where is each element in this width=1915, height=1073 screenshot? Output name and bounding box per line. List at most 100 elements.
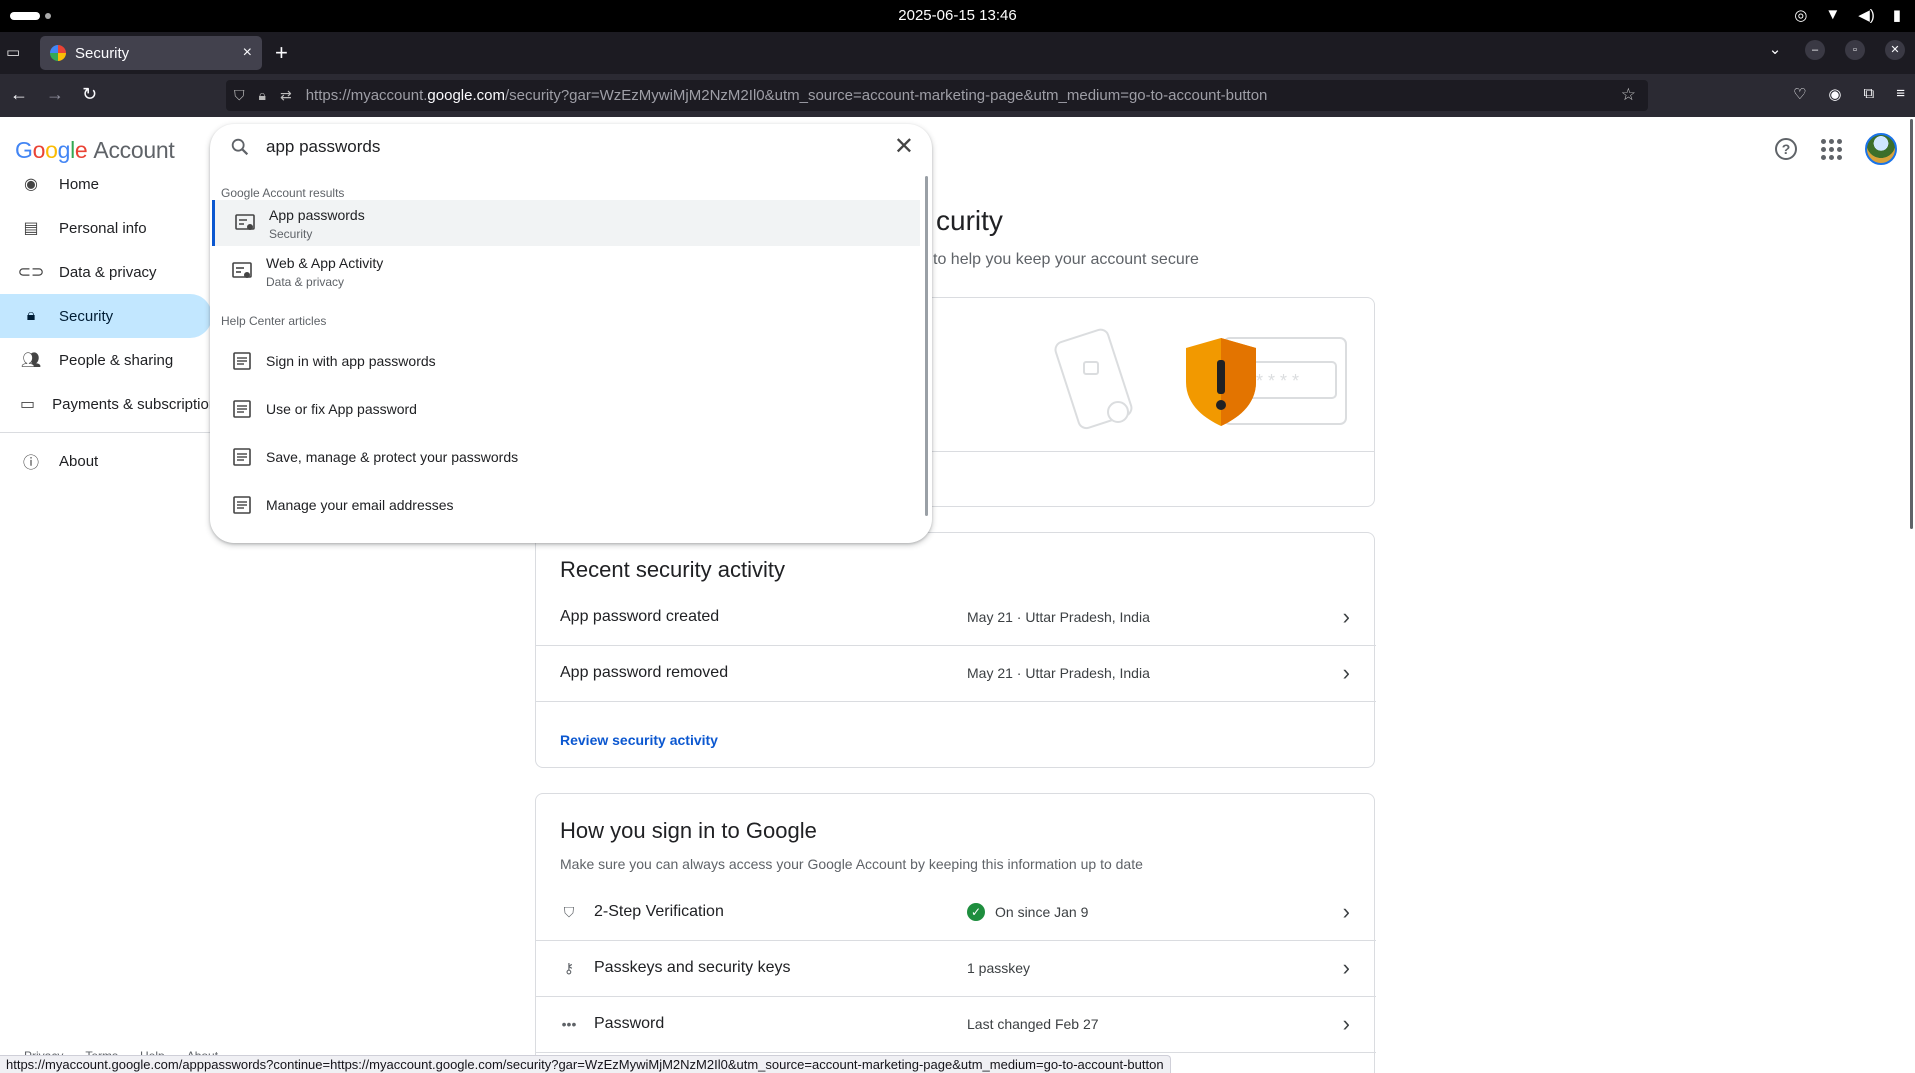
info-icon: ⓘ [22, 455, 39, 472]
lock-icon: 🔒︎ [26, 307, 36, 324]
os-clock[interactable]: 2025-06-15 13:46 [0, 7, 1915, 24]
help-article-result[interactable]: Manage your email addresses [212, 482, 920, 528]
menu-icon[interactable]: ≡ [1896, 85, 1905, 103]
tab-close-icon[interactable]: × [243, 44, 252, 62]
google-account-logo[interactable]: Google Account [15, 137, 175, 164]
sign-in-row-password[interactable]: ••• Password Last changed Feb 27 › [536, 996, 1376, 1052]
page-title: curity [936, 205, 1003, 236]
shield-icon: ⛉ [563, 903, 575, 920]
page-subtitle: to help you keep your account secure [933, 251, 1199, 268]
search-bar: ✕ [210, 124, 932, 170]
sidebar-item-home[interactable]: ◉ Home [0, 162, 212, 206]
toolbar-right: ♡ ◉ ⧉ ≡ [1793, 85, 1905, 103]
chevron-right-icon: › [1342, 604, 1350, 629]
id-card-icon: ▤ [23, 220, 39, 237]
google-favicon-icon [50, 45, 66, 61]
chevron-right-icon: › [1342, 899, 1350, 924]
account-results-label: Google Account results [221, 186, 345, 200]
sidebar-item-security[interactable]: 🔒︎ Security [0, 294, 212, 338]
address-bar[interactable]: ⛉ 🔒︎ ⇄ https://myaccount.google.com/secu… [226, 80, 1648, 111]
url-text[interactable]: https://myaccount.google.com/security?ga… [306, 87, 1268, 104]
chevron-right-icon: › [1342, 660, 1350, 685]
review-activity-link[interactable]: Review security activity [560, 732, 718, 748]
help-articles-label: Help Center articles [221, 314, 327, 328]
lock-icon[interactable]: 🔒︎ [259, 87, 266, 104]
avatar[interactable] [1865, 133, 1897, 165]
passkey-icon: ⚷ [563, 959, 575, 976]
chevron-right-icon: › [1342, 955, 1350, 980]
sign-in-subtitle: Make sure you can always access your Goo… [560, 856, 1143, 872]
search-dropdown: ✕ Google Account results App passwords S… [210, 124, 932, 543]
sign-in-row-2sv[interactable]: ⛉ 2-Step Verification ✓ On since Jan 9 › [536, 884, 1376, 940]
link-status-bar: https://myaccount.google.com/apppassword… [0, 1055, 1171, 1073]
recent-activity-card: Recent security activity App password cr… [535, 532, 1376, 768]
activity-row[interactable]: App password removed May 21 · Uttar Prad… [536, 645, 1376, 701]
article-icon [233, 352, 251, 370]
settings-result-icon [235, 214, 255, 230]
sidebar-item-data-privacy[interactable]: ⊂⊃ Data & privacy [0, 250, 212, 294]
person-circle-icon: ◉ [24, 176, 38, 193]
search-icon [231, 138, 249, 156]
new-tab-button[interactable]: + [275, 40, 288, 66]
help-icon[interactable]: ? [1775, 138, 1797, 160]
sidebar-divider [0, 432, 212, 433]
search-result-web-app-activity[interactable]: Web & App Activity Data & privacy [212, 248, 920, 294]
account-icon[interactable]: ◉ [1828, 85, 1841, 103]
tab-list-chevron-icon[interactable]: ⌄ [1765, 40, 1785, 60]
svg-text:* * * *: * * * * [1256, 371, 1299, 391]
help-article-result[interactable]: Use or fix App password [212, 386, 920, 432]
reload-button[interactable]: ↻ [82, 84, 97, 105]
extensions-icon[interactable]: ⧉ [1864, 85, 1875, 103]
forward-button[interactable]: → [46, 84, 64, 105]
page-scrollbar[interactable] [1907, 117, 1915, 537]
article-icon [233, 400, 251, 418]
wifi-icon: ▼ [1825, 6, 1841, 23]
credit-card-icon: ▭ [20, 396, 36, 413]
dropdown-scrollbar[interactable] [925, 176, 928, 516]
sidebar-item-people-sharing[interactable]: 👥︎ People & sharing [0, 338, 212, 382]
maximize-button[interactable]: ▫ [1845, 40, 1865, 60]
sidebar: ◉ Home ▤ Personal info ⊂⊃ Data & privacy… [0, 162, 212, 483]
apps-grid-icon[interactable] [1819, 137, 1843, 161]
security-illustration: * * * * [1054, 328, 1347, 430]
sign-in-row-passkeys[interactable]: ⚷ Passkeys and security keys 1 passkey › [536, 940, 1376, 996]
settings-result-icon [232, 262, 252, 278]
clear-search-icon[interactable]: ✕ [894, 132, 914, 161]
header-actions: ? [1775, 133, 1897, 165]
article-icon [233, 448, 251, 466]
back-button[interactable]: ← [10, 84, 28, 105]
accessibility-icon[interactable]: ◎ [1794, 6, 1807, 24]
window-controls: ⌄ – ▫ ✕ [1765, 40, 1905, 60]
article-icon [233, 496, 251, 514]
search-input[interactable] [266, 134, 846, 160]
close-window-button[interactable]: ✕ [1885, 40, 1905, 60]
chevron-right-icon: › [1342, 1011, 1350, 1036]
bookmark-star-icon[interactable]: ☆ [1621, 85, 1636, 105]
sidebar-item-about[interactable]: ⓘ About [0, 439, 212, 483]
tab-strip: ▭ Security × + ⌄ – ▫ ✕ [0, 32, 1915, 74]
volume-icon: ◀) [1858, 7, 1875, 24]
sidebar-item-payments[interactable]: ▭ Payments & subscriptions [0, 382, 212, 426]
system-tray[interactable]: ◎ ▼ ◀) ▮ [1794, 6, 1901, 24]
minimize-button[interactable]: – [1805, 40, 1825, 60]
tab-title: Security [75, 44, 130, 62]
os-top-bar: 2025-06-15 13:46 ◎ ▼ ◀) ▮ [0, 0, 1915, 32]
activity-row[interactable]: App password created May 21 · Uttar Prad… [536, 589, 1376, 645]
check-circle-icon: ✓ [967, 903, 985, 921]
sign-in-title: How you sign in to Google [560, 818, 817, 843]
help-article-result[interactable]: Sign in with app passwords [212, 338, 920, 384]
sidebar-item-personal-info[interactable]: ▤ Personal info [0, 206, 212, 250]
toggle-icon: ⊂⊃ [17, 264, 45, 281]
battery-icon: ▮ [1892, 7, 1901, 24]
password-dots-icon: ••• [561, 1016, 577, 1032]
tab-security[interactable]: Security × [40, 36, 262, 70]
shield-tracking-icon[interactable]: ⛉ [234, 87, 245, 104]
google-account-page: Google Account ? ◉ Home ▤ Personal info ⊂… [0, 117, 1915, 1073]
people-icon: 👥︎ [20, 352, 42, 369]
search-result-app-passwords[interactable]: App passwords Security [212, 200, 920, 246]
sign-in-card: How you sign in to Google Make sure you … [535, 793, 1376, 1073]
permissions-icon[interactable]: ⇄ [280, 87, 292, 104]
pocket-icon[interactable]: ♡ [1793, 85, 1806, 103]
help-article-result[interactable]: Save, manage & protect your passwords [212, 434, 920, 480]
tab-overview-icon[interactable]: ▭ [6, 43, 26, 63]
